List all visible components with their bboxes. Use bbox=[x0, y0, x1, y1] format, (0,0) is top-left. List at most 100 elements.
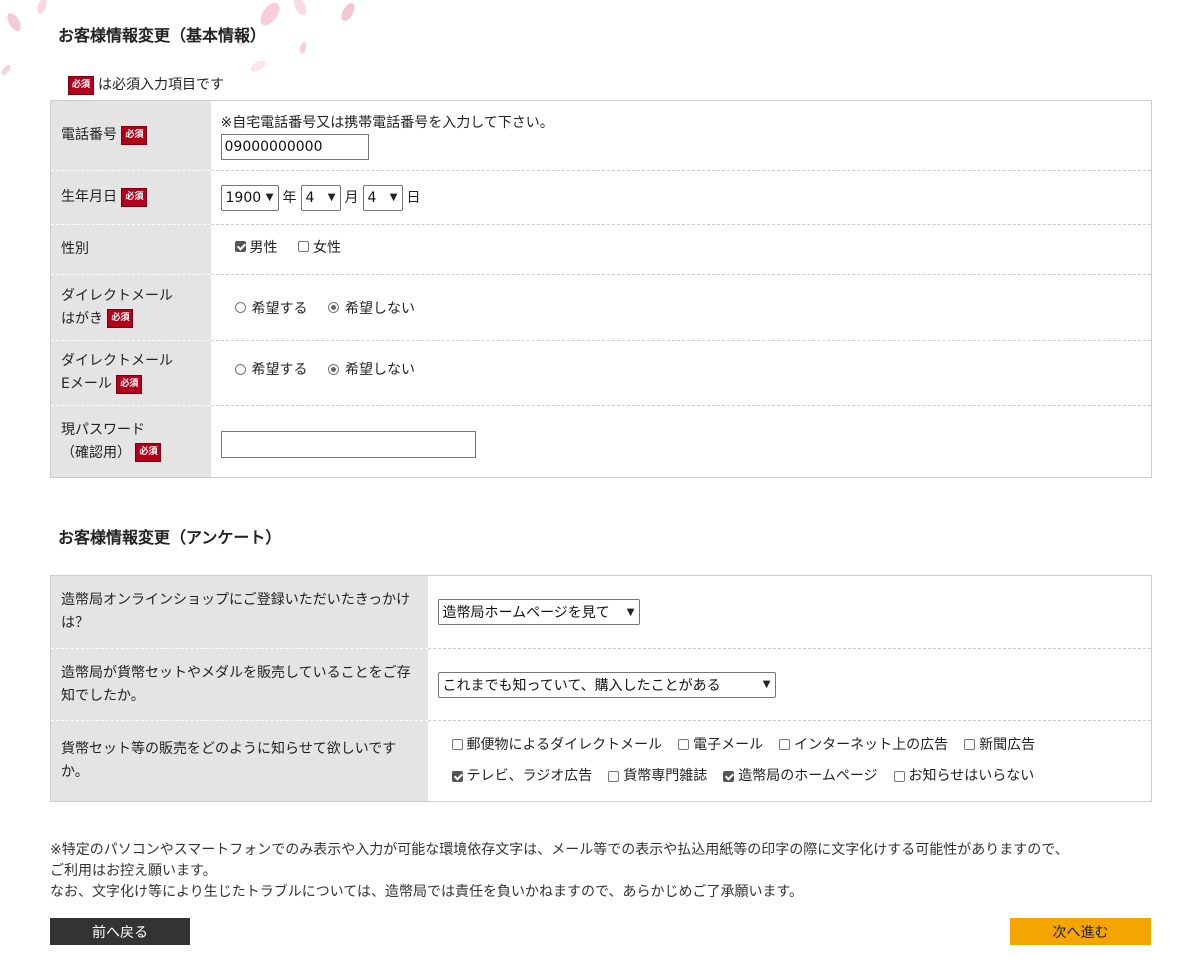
row-phone: 電話番号 必須 ※自宅電話番号又は携帯電話番号を入力して下さい。 bbox=[50, 100, 1152, 171]
dm-email-label-line1: ダイレクトメール bbox=[61, 353, 173, 369]
dm-email-option-yes[interactable]: 希望する bbox=[234, 359, 308, 379]
dm-email-option-no[interactable]: 希望しない bbox=[327, 359, 415, 379]
survey-q1-field-cell: 造幣局ホームページを見て ▼ bbox=[427, 575, 1152, 649]
survey-option-no-notice[interactable]: お知らせはいらない bbox=[893, 761, 1035, 791]
chevron-down-icon: ▼ bbox=[389, 192, 398, 203]
day-unit: 日 bbox=[406, 189, 421, 206]
basic-info-table: 電話番号 必須 ※自宅電話番号又は携帯電話番号を入力して下さい。 生年月日 必須… bbox=[50, 100, 1152, 478]
option-label: 造幣局のホームページ bbox=[738, 768, 878, 784]
dm-email-no-label: 希望しない bbox=[344, 362, 415, 378]
next-button[interactable]: 次へ進む bbox=[1010, 918, 1151, 945]
phone-label: 電話番号 bbox=[61, 127, 117, 143]
chevron-down-icon: ▼ bbox=[626, 606, 635, 618]
survey-q3-label: 貨幣セット等の販売をどのように知らせて欲しいですか。 bbox=[61, 741, 397, 780]
checkbox-unchecked[interactable] bbox=[608, 770, 620, 782]
survey-q3-row2: テレビ、ラジオ広告 貨幣専門雑誌 造幣局のホームページ お知らせはいらない bbox=[451, 761, 1142, 793]
password-field-cell bbox=[210, 405, 1152, 478]
survey-option-internet-ad[interactable]: インターネット上の広告 bbox=[779, 730, 948, 760]
survey-q1-label: 造幣局オンラインショップにご登録いただいたきっかけは？ bbox=[61, 592, 411, 631]
option-label: インターネット上の広告 bbox=[794, 736, 949, 753]
radio-unselected[interactable] bbox=[234, 302, 246, 313]
required-badge: 必須 bbox=[107, 309, 134, 328]
checkbox-unchecked[interactable] bbox=[964, 739, 976, 750]
gender-female-label: 女性 bbox=[312, 239, 341, 256]
radio-unselected[interactable] bbox=[234, 363, 246, 375]
radio-selected[interactable] bbox=[327, 302, 339, 313]
dm-postcard-option-yes[interactable]: 希望する bbox=[234, 298, 308, 318]
password-label-line1: 現パスワード bbox=[61, 421, 145, 438]
gender-label: 性別 bbox=[61, 241, 89, 257]
dm-postcard-field-cell: 希望する 希望しない bbox=[210, 274, 1152, 341]
birthdate-field-cell: 1900 ▼ 年 4 ▼ 月 4 ▼ 日 bbox=[210, 170, 1152, 225]
gender-field-cell: 男性 女性 bbox=[210, 224, 1152, 275]
chevron-down-icon: ▼ bbox=[762, 679, 771, 690]
gender-label-cell: 性別 bbox=[50, 224, 211, 275]
current-password-input[interactable] bbox=[220, 431, 476, 458]
survey-q3-field-cell: 郵便物によるダイレクトメール 電子メール インターネット上の広告 新聞広告 テレビ、ラ… bbox=[427, 720, 1152, 802]
checkbox-unchecked[interactable] bbox=[297, 241, 309, 252]
birth-month-value: 4 bbox=[305, 189, 315, 206]
dm-postcard-yes-label: 希望する bbox=[251, 300, 308, 317]
required-legend: 必須 は必須入力項目です bbox=[68, 74, 224, 95]
section-title-basic-info: お客様情報変更（基本情報） bbox=[58, 26, 267, 45]
notes: ※特定のパソコンやスマートフォンでのみ表示や入力が可能な環境依存文字は、メール等… bbox=[50, 840, 1160, 903]
survey-option-tv-radio[interactable]: テレビ、ラジオ広告 bbox=[451, 761, 593, 791]
dm-postcard-label-line2: はがき bbox=[61, 310, 103, 327]
dm-email-label-cell: ダイレクトメール Eメール 必須 bbox=[50, 340, 211, 406]
row-survey-q1: 造幣局オンラインショップにご登録いただいたきっかけは？ 造幣局ホームページを見て… bbox=[50, 575, 1152, 649]
checkbox-unchecked[interactable] bbox=[678, 739, 690, 750]
note-line-1: ※特定のパソコンやスマートフォンでのみ表示や入力が可能な環境依存文字は、メール等… bbox=[50, 842, 1069, 858]
checkbox-checked[interactable] bbox=[723, 770, 735, 782]
required-badge: 必須 bbox=[68, 75, 95, 95]
birth-year-select[interactable]: 1900 ▼ bbox=[220, 184, 279, 211]
checkbox-checked[interactable] bbox=[234, 241, 246, 252]
phone-input[interactable] bbox=[220, 133, 369, 160]
section-title-survey: お客様情報変更（アンケート） bbox=[58, 528, 282, 547]
dm-postcard-no-label: 希望しない bbox=[344, 300, 415, 317]
required-badge: 必須 bbox=[121, 187, 148, 207]
note-line-2: ご利用はお控え願います。 bbox=[50, 863, 217, 879]
option-label: 郵便物によるダイレクトメール bbox=[466, 736, 663, 753]
survey-q3-row1: 郵便物によるダイレクトメール 電子メール インターネット上の広告 新聞広告 bbox=[451, 730, 1142, 762]
survey-option-mint-homepage[interactable]: 造幣局のホームページ bbox=[723, 761, 878, 791]
dm-email-field-cell: 希望する 希望しない bbox=[210, 340, 1152, 406]
survey-q1-value: 造幣局ホームページを見て bbox=[442, 605, 610, 621]
chevron-down-icon: ▼ bbox=[265, 192, 274, 203]
dm-email-label-line2: Eメール bbox=[61, 376, 112, 392]
checkbox-unchecked[interactable] bbox=[893, 770, 905, 782]
gender-option-male[interactable]: 男性 bbox=[234, 237, 278, 257]
phone-note: ※自宅電話番号又は携帯電話番号を入力して下さい。 bbox=[220, 114, 554, 131]
row-gender: 性別 男性 女性 bbox=[50, 224, 1152, 275]
survey-q2-label-cell: 造幣局が貨幣セットやメダルを販売していることをご存知でしたか。 bbox=[50, 648, 428, 721]
survey-q1-select[interactable]: 造幣局ホームページを見て ▼ bbox=[437, 599, 640, 625]
birth-day-select[interactable]: 4 ▼ bbox=[362, 184, 403, 211]
survey-option-postal-dm[interactable]: 郵便物によるダイレクトメール bbox=[451, 730, 663, 760]
survey-option-coin-magazine[interactable]: 貨幣専門雑誌 bbox=[608, 761, 707, 791]
birth-month-select[interactable]: 4 ▼ bbox=[300, 184, 341, 211]
back-button[interactable]: 前へ戻る bbox=[50, 918, 190, 945]
option-label: 貨幣専門雑誌 bbox=[623, 768, 708, 784]
row-dm-email: ダイレクトメール Eメール 必須 希望する 希望しない bbox=[50, 340, 1152, 406]
gender-option-female[interactable]: 女性 bbox=[297, 237, 341, 257]
required-badge: 必須 bbox=[116, 374, 143, 394]
birth-year-value: 1900 bbox=[225, 189, 262, 206]
checkbox-checked[interactable] bbox=[451, 770, 463, 782]
row-dm-postcard: ダイレクトメール はがき 必須 希望する 希望しない bbox=[50, 274, 1152, 341]
option-label: 新聞広告 bbox=[979, 736, 1036, 753]
year-unit: 年 bbox=[282, 189, 297, 206]
chevron-down-icon: ▼ bbox=[327, 192, 336, 203]
required-legend-text: は必須入力項目です bbox=[98, 77, 225, 93]
password-label-line2: （確認用） bbox=[61, 444, 131, 461]
checkbox-unchecked[interactable] bbox=[779, 739, 791, 750]
survey-option-newspaper-ad[interactable]: 新聞広告 bbox=[964, 730, 1035, 760]
dm-postcard-label-line1: ダイレクトメール bbox=[61, 287, 173, 304]
checkbox-unchecked[interactable] bbox=[451, 739, 463, 750]
row-survey-q3: 貨幣セット等の販売をどのように知らせて欲しいですか。 郵便物によるダイレクトメー… bbox=[50, 720, 1152, 802]
radio-selected[interactable] bbox=[327, 363, 339, 375]
survey-option-email[interactable]: 電子メール bbox=[678, 730, 763, 760]
survey-q2-label: 造幣局が貨幣セットやメダルを販売していることをご存知でしたか。 bbox=[61, 664, 411, 704]
dm-postcard-option-no[interactable]: 希望しない bbox=[327, 298, 415, 318]
survey-q2-select[interactable]: これまでも知っていて、購入したことがある ▼ bbox=[437, 671, 776, 698]
option-label: お知らせはいらない bbox=[908, 768, 1035, 784]
option-label: テレビ、ラジオ広告 bbox=[466, 768, 593, 784]
